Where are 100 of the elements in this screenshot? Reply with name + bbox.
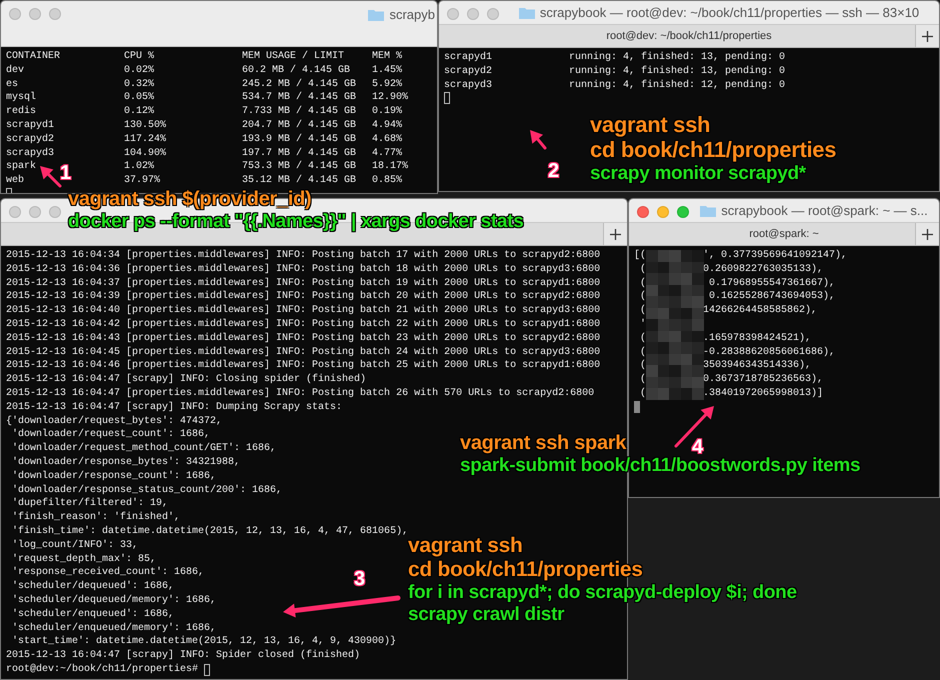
table-cell: 0.32% xyxy=(124,78,154,92)
window-control-button[interactable] xyxy=(9,206,21,218)
table-cell: 1.45% xyxy=(372,64,402,78)
table-cell: dev xyxy=(6,64,24,78)
window-title: scrapybook — root@spark: ~ — s... xyxy=(721,202,928,220)
table-cell: 117.24% xyxy=(124,132,166,147)
annotation-text: docker ps --format "{{.Names}}" | xargs docker stats xyxy=(68,211,524,233)
table-cell: redis xyxy=(6,105,36,119)
terminal-prompt: root@dev:~/book/ch11/properties# xyxy=(6,662,200,677)
terminal-line: 'finish_time': datetime.datetime(2015, 12, 13, 16, 4, 47, 681065), xyxy=(11,524,408,538)
window-control-button[interactable] xyxy=(677,206,689,218)
callout-number: 3 xyxy=(354,567,366,592)
terminal-text: ( xyxy=(639,359,648,374)
terminal-line: 2015-12-13 16:04:45 [properties.middlewares] INFO: Posting batch 24 with 2000 URLs to scrapyd3:6800 xyxy=(6,346,600,360)
new-tab-button[interactable] xyxy=(915,25,939,47)
column-header: MEM USAGE / LIMIT xyxy=(242,50,344,64)
table-cell: 753.3 MB / 4.145 GB xyxy=(242,160,356,174)
table-cell: 197.7 MB / 4.145 GB xyxy=(242,146,356,160)
terminal-text: scrapyd1 xyxy=(444,51,492,65)
plus-icon xyxy=(922,30,933,42)
annotation-text: vagrant ssh spark xyxy=(460,432,626,455)
terminal-line: 'downloader/response_bytes': 34321988, xyxy=(11,456,240,470)
column-header: CPU % xyxy=(124,50,154,64)
table-cell: scrapyd2 xyxy=(6,132,54,147)
terminal-text: scrapyd3 xyxy=(444,78,492,92)
terminal-text: ' xyxy=(639,318,648,332)
table-cell: 245.2 MB / 4.145 GB xyxy=(242,78,356,92)
annotation-text: scrapy crawl distr xyxy=(408,604,564,626)
cursor xyxy=(634,400,640,413)
terminal-line: 'downloader/request_count': 1686, xyxy=(11,428,210,442)
table-cell: 104.90% xyxy=(124,146,166,160)
table-cell: 18.17% xyxy=(372,160,408,174)
terminal-line: 'downloader/response_count': 1686, xyxy=(11,470,216,484)
terminal-line: 2015-12-13 16:04:43 [properties.middlewares] INFO: Posting batch 23 with 2000 URLs to scrapyd2:6800 xyxy=(6,332,600,346)
terminal-text: 0.2609822763035133), xyxy=(703,262,824,277)
terminal-line: 'response_received_count': 1686, xyxy=(11,566,204,580)
table-cell: 1.02% xyxy=(124,160,154,174)
terminal-text: running: 4, finished: 13, pending: 0 xyxy=(569,64,786,79)
tab[interactable]: root@dev: ~/book/ch11/properties xyxy=(606,28,772,44)
table-cell: 193.9 MB / 4.145 GB xyxy=(242,132,356,147)
terminal-line: 2015-12-13 16:04:42 [properties.middlewares] INFO: Posting batch 22 with 2000 URLs to scrapyd1:6800 xyxy=(6,318,600,332)
terminal-line: 2015-12-13 16:04:47 [scrapy] INFO: Closing spider (finished) xyxy=(6,373,366,387)
terminal-line: 2015-12-13 16:04:47 [properties.middlewares] INFO: Posting batch 26 with 570 URLs to scrapyd2:6800 xyxy=(6,386,594,401)
terminal-text: -0.28388620856061686), xyxy=(703,346,836,360)
window-control-button[interactable] xyxy=(49,206,61,218)
table-cell: 7.733 MB / 4.145 GB xyxy=(242,105,356,119)
window-control-button[interactable] xyxy=(29,206,41,218)
annotation-text: scrapy monitor scrapyd* xyxy=(590,162,806,184)
new-tab-button[interactable] xyxy=(603,223,627,245)
terminal-text: ( xyxy=(639,386,648,401)
table-cell: 0.12% xyxy=(124,105,154,119)
terminal-line: 'downloader/request_method_count/GET': 1686, xyxy=(11,442,276,456)
annotation-text: for i in scrapyd*; do scrapyd-deploy $i; done xyxy=(408,582,797,604)
terminal-text: 0.17968955547361667), xyxy=(708,276,836,290)
window-control-button[interactable] xyxy=(657,206,669,218)
table-cell: 534.7 MB / 4.145 GB xyxy=(242,91,356,106)
column-header: MEM % xyxy=(372,50,402,64)
terminal-line: 'log_count/INFO': 33, xyxy=(11,538,138,553)
window-control-button[interactable] xyxy=(29,8,41,20)
table-cell: scrapyd1 xyxy=(6,118,54,133)
window-control-button[interactable] xyxy=(487,8,499,20)
annotation-text: vagrant ssh xyxy=(408,534,523,558)
window-control-button[interactable] xyxy=(447,8,459,20)
table-cell: web xyxy=(6,174,24,188)
terminal-line: 'scheduler/enqueued/memory': 1686, xyxy=(11,622,216,636)
table-cell: 4.94% xyxy=(372,118,402,133)
terminal-line: 'scheduler/dequeued/memory': 1686, xyxy=(11,594,216,608)
terminal-text: ( xyxy=(639,332,648,346)
folder-icon xyxy=(518,6,535,18)
terminal-line: 'request_depth_max': 85, xyxy=(11,552,156,566)
window-control-button[interactable] xyxy=(49,8,61,20)
new-tab-button[interactable] xyxy=(915,223,939,245)
cursor xyxy=(444,92,450,104)
terminal-line: 2015-12-13 16:04:39 [properties.middlewares] INFO: Posting batch 20 with 2000 URLs to scrapyd2:6800 xyxy=(6,290,600,304)
table-cell: 0.02% xyxy=(124,64,154,78)
arrow xyxy=(40,166,62,188)
table-cell: 37.97% xyxy=(124,174,160,188)
terminal-line: 2015-12-13 16:04:47 [scrapy] INFO: Dumping Scrapy stats: xyxy=(6,400,342,415)
terminal-line: 'dupefilter/filtered': 19, xyxy=(11,497,168,512)
table-cell: 12.90% xyxy=(372,91,408,106)
terminal-text: ( xyxy=(639,304,648,318)
arrow xyxy=(530,130,546,150)
cursor xyxy=(204,664,210,676)
table-cell: 60.2 MB / 4.145 GB xyxy=(242,64,350,78)
folder-icon xyxy=(700,204,716,216)
callout-number: 2 xyxy=(548,159,560,184)
terminal-line: {'downloader/request_bytes': 474372, xyxy=(6,414,222,428)
tab[interactable]: root@spark: ~ xyxy=(749,226,819,242)
window-control-button[interactable] xyxy=(9,8,21,20)
terminal-text: ( xyxy=(639,373,648,387)
annotation-text: cd book/ch11/properties xyxy=(408,558,643,582)
annotation-text: cd book/ch11/properties xyxy=(590,137,836,163)
folder-icon xyxy=(368,8,384,21)
window-control-button[interactable] xyxy=(467,8,479,20)
terminal-line: 'scheduler/enqueued': 1686, xyxy=(11,608,174,622)
terminal-text: ( xyxy=(639,346,648,360)
callout-number: 4 xyxy=(692,435,704,458)
table-cell: scrapyd3 xyxy=(6,146,54,160)
plus-icon xyxy=(610,228,621,240)
window-control-button[interactable] xyxy=(637,206,649,218)
